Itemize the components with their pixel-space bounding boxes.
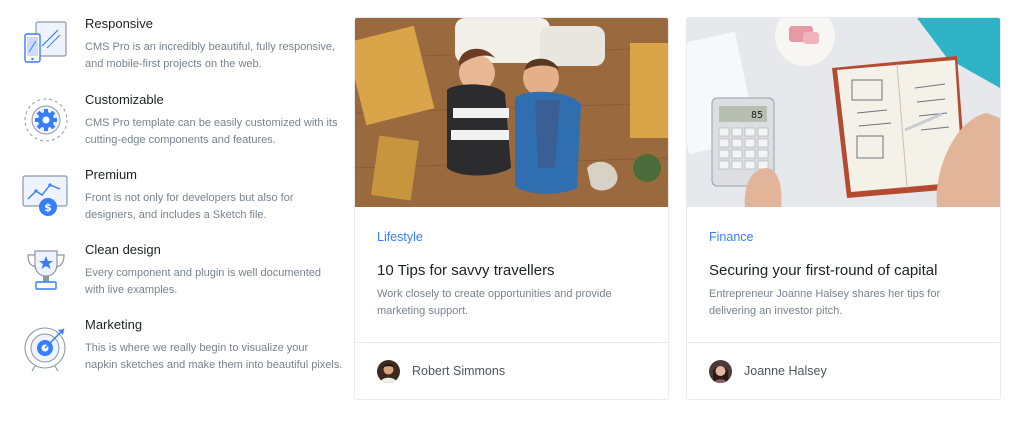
feature-item-customizable: Customizable CMS Pro template can be eas…: [20, 90, 340, 162]
feature-title: Marketing: [85, 317, 143, 332]
article-excerpt: Work closely to create opportunities and…: [377, 288, 612, 317]
feature-title: Clean design: [85, 242, 161, 257]
author-avatar[interactable]: [709, 360, 732, 383]
chart-dollar-icon: $: [20, 169, 72, 221]
calculator-display: 85: [751, 110, 763, 121]
trophy-icon: [20, 244, 72, 296]
feature-description: Front is not only for developers but als…: [85, 192, 294, 221]
article-title[interactable]: 10 Tips for savvy travellers: [377, 262, 652, 279]
article-card-lifestyle[interactable]: Lifestyle 10 Tips for savvy travellers W…: [354, 17, 669, 400]
article-card-finance[interactable]: 85 Finance Securing your first-round of …: [686, 17, 1001, 400]
feature-item-clean-design: Clean design Every component and plugin …: [20, 240, 340, 312]
feature-description: CMS Pro is an incredibly beautiful, full…: [85, 41, 336, 70]
author-name[interactable]: Robert Simmons: [412, 364, 505, 378]
article-image[interactable]: 85: [687, 18, 1000, 207]
author-name[interactable]: Joanne Halsey: [744, 364, 827, 378]
card-divider: [687, 342, 1000, 343]
article-excerpt: Entrepreneur Joanne Halsey shares her ti…: [709, 288, 941, 317]
article-category[interactable]: Lifestyle: [377, 230, 423, 244]
author-avatar[interactable]: [377, 360, 400, 383]
feature-description: This is where we really begin to visuali…: [85, 342, 343, 371]
card-divider: [355, 342, 668, 343]
feature-description: Every component and plugin is well docum…: [85, 267, 322, 296]
feature-item-responsive: Responsive CMS Pro is an incredibly beau…: [20, 14, 340, 86]
feature-title: Premium: [85, 167, 138, 182]
gear-customize-icon: [20, 94, 72, 146]
svg-text:$: $: [44, 201, 52, 214]
feature-item-marketing: Marketing This is where we really begin …: [20, 315, 343, 387]
target-icon: [20, 321, 72, 373]
responsive-devices-icon: [20, 18, 72, 70]
feature-title: Customizable: [85, 92, 164, 107]
feature-description: CMS Pro template can be easily customize…: [85, 117, 338, 146]
article-title[interactable]: Securing your first-round of capital: [709, 262, 984, 279]
feature-title: Responsive: [85, 16, 153, 31]
article-image[interactable]: [355, 18, 668, 207]
feature-item-premium: $ Premium Front is not only for develope…: [20, 165, 340, 237]
article-category[interactable]: Finance: [709, 230, 753, 244]
